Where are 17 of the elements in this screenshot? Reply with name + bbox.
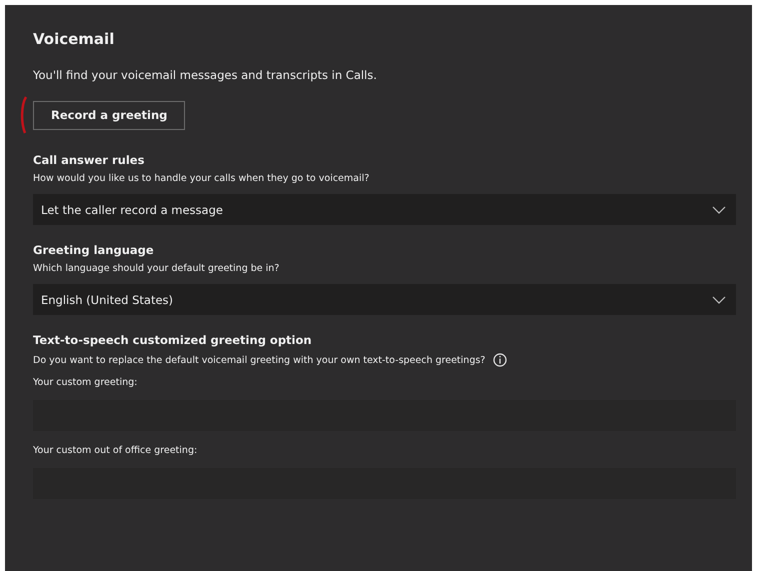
section-heading: Text-to-speech customized greeting option	[33, 333, 313, 347]
info-icon[interactable]	[493, 353, 508, 367]
intro-text: You'll find your voicemail messages and transcripts in Calls.	[33, 68, 378, 82]
field-label: Your custom out of office greeting:	[33, 445, 198, 456]
dropdown[interactable]: Let the caller record a message	[33, 194, 736, 225]
section-heading: Call answer rules	[33, 153, 146, 167]
record-greeting-button[interactable]: Record a greeting	[33, 100, 186, 130]
page-title: Voicemail	[33, 30, 116, 48]
annotation-mark	[19, 95, 29, 135]
section-description: How would you like us to handle your calls when they go to voicemail?	[33, 173, 370, 184]
field-label: Your custom greeting:	[33, 377, 138, 388]
section-description: Which language should your default greeting be in?	[33, 263, 280, 274]
section-heading: Greeting language	[33, 243, 155, 257]
chevron-down-icon	[712, 206, 726, 214]
dropdown[interactable]: English (United States)	[33, 284, 736, 315]
section-description: Do you want to replace the default voicemail greeting with your own text-to-speech greetings?	[33, 354, 486, 366]
chevron-down-icon	[712, 296, 726, 304]
